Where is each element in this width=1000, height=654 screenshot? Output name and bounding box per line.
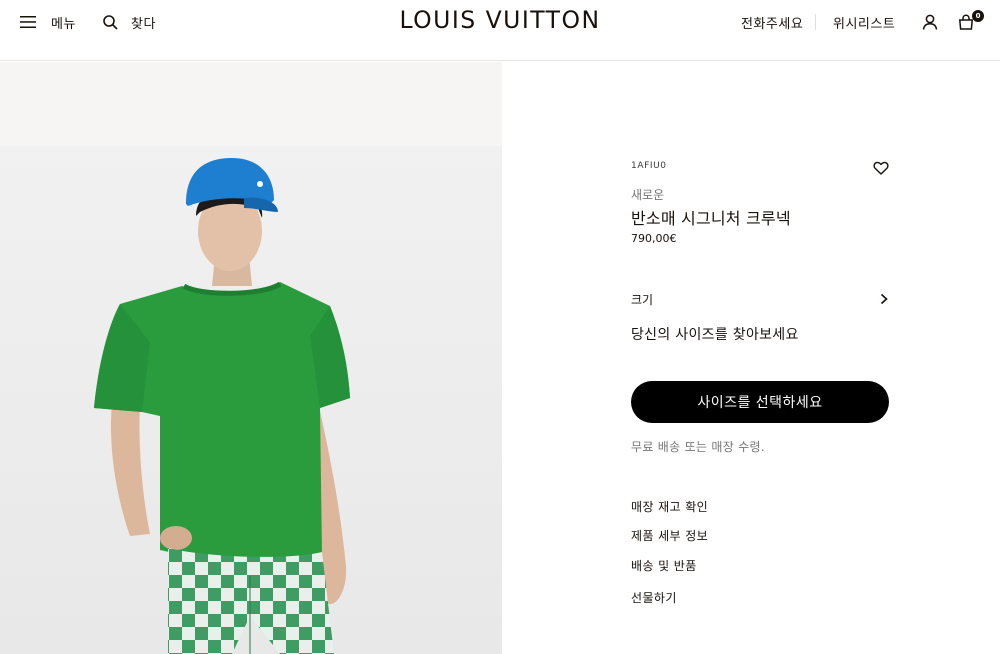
wishlist-label: 위시리스트	[833, 16, 896, 32]
header-divider	[815, 14, 816, 30]
product-image[interactable]	[0, 146, 502, 654]
product-price: 790,00€	[631, 232, 677, 245]
size-label: 크기	[631, 292, 654, 307]
size-selector[interactable]: 크기	[631, 289, 889, 309]
select-size-button[interactable]: 사이즈를 선택하세요	[631, 381, 889, 423]
account-button[interactable]	[922, 0, 938, 44]
site-header: 메뉴 찾다 LOUIS VUITTON 전화주세요 위시리스트 0	[0, 0, 1000, 61]
image-top-band	[0, 62, 502, 146]
product-sku: 1AFIU0	[631, 161, 667, 171]
size-guide-link[interactable]: 당신의 사이즈를 찾아보세요	[631, 324, 799, 344]
cart-count-badge: 0	[972, 10, 984, 22]
shopping-bag-button[interactable]	[958, 0, 974, 44]
wishlist-link[interactable]: 위시리스트	[833, 0, 895, 44]
delivery-note: 무료 배송 또는 매장 수령.	[631, 440, 765, 454]
user-icon	[922, 14, 938, 30]
new-tag: 새로운	[631, 188, 665, 202]
call-us-link[interactable]: 전화주세요	[741, 0, 803, 44]
product-title: 반소매 시그니처 크루넥	[631, 209, 791, 228]
gift-link[interactable]: 선물하기	[631, 589, 677, 606]
wishlist-toggle[interactable]	[873, 160, 889, 176]
store-stock-link[interactable]: 매장 재고 확인	[631, 498, 708, 515]
delivery-returns-link[interactable]: 배송 및 반품	[631, 557, 697, 574]
model-illustration	[0, 146, 502, 654]
heart-icon	[873, 161, 889, 175]
call-us-label: 전화주세요	[741, 16, 804, 32]
logo-text: LOUIS VUITTON	[399, 6, 601, 34]
product-details-link[interactable]: 제품 세부 정보	[631, 527, 708, 544]
chevron-right-icon	[880, 293, 888, 305]
